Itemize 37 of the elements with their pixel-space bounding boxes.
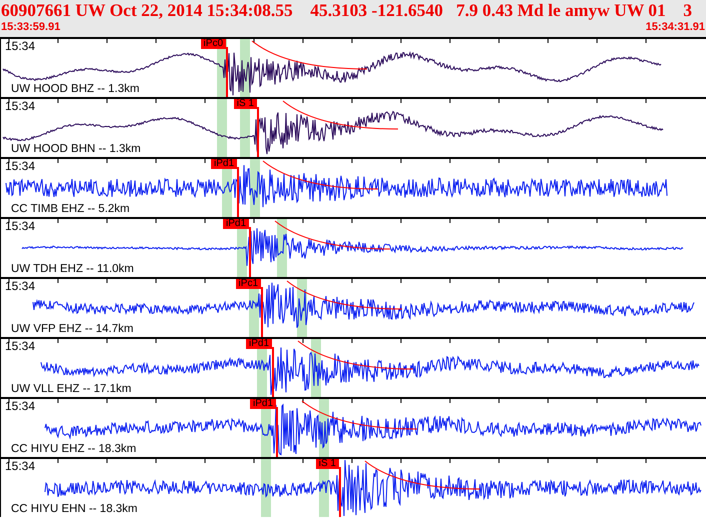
event-title: 60907661 UW Oct 22, 2014 15:34:08.55 45.3103 -121.6540 7.9 0.43 Md le amyw UW 01 3: [0, 0, 694, 21]
station-label: CC HIYU EHN -- 18.3km: [11, 503, 138, 516]
time-window-band: [261, 459, 271, 517]
pick-label[interactable]: iPd1: [222, 219, 249, 229]
pick-label[interactable]: iS 1: [234, 99, 257, 109]
pick-line: [257, 107, 259, 157]
trace-time: 15:34: [5, 280, 36, 293]
pick-line: [339, 467, 341, 517]
pick-line: [226, 47, 228, 97]
pick-label[interactable]: iPd1: [210, 159, 237, 169]
station-label: UW HOOD BHN -- 1.3km: [11, 143, 141, 156]
start-time: 15:33:59.91: [1, 21, 60, 34]
pick-line: [261, 287, 263, 337]
station-label: UW VFP EHZ -- 14.7km: [11, 323, 134, 336]
trace-time: 15:34: [5, 40, 36, 53]
station-label: UW TDH EHZ -- 11.0km: [11, 263, 134, 276]
trace-time: 15:34: [5, 160, 36, 173]
trace-time: 15:34: [5, 220, 36, 233]
pick-line: [249, 227, 251, 277]
pick-label[interactable]: iPd1: [246, 339, 272, 349]
pick-line: [272, 347, 274, 397]
trace-time: 15:34: [5, 460, 36, 473]
station-label: CC TIMB EHZ -- 5.2km: [11, 203, 130, 216]
trace-time: 15:34: [5, 340, 36, 353]
pick-line: [276, 407, 278, 457]
trace-time: 15:34: [5, 400, 36, 413]
time-window-band: [217, 99, 227, 157]
pick-label[interactable]: iPd1: [250, 399, 276, 409]
pick-label[interactable]: iS 1: [316, 459, 339, 469]
station-label: UW HOOD BHZ -- 1.3km: [11, 83, 140, 96]
station-label: CC HIYU EHZ -- 18.3km: [11, 443, 136, 456]
pick-line: [237, 167, 239, 217]
pick-label[interactable]: iPc0: [200, 39, 226, 49]
pick-label[interactable]: iPc1: [236, 279, 261, 289]
trace-time: 15:34: [5, 100, 36, 113]
station-label: UW VLL EHZ -- 17.1km: [11, 383, 132, 396]
end-time: 15:34:31.91: [646, 21, 705, 34]
